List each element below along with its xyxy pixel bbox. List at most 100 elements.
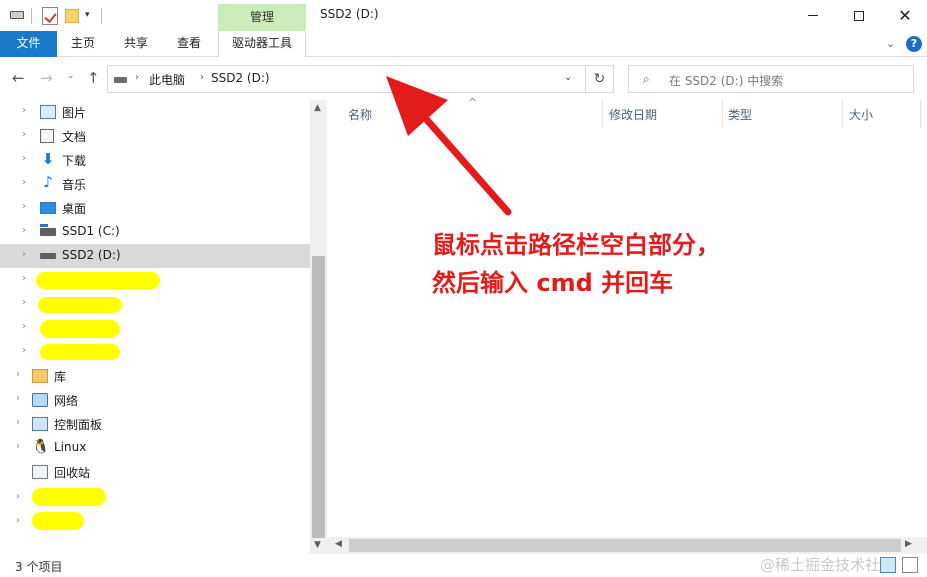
- maximize-button[interactable]: [836, 0, 882, 31]
- expand-chevron-icon[interactable]: ›: [16, 369, 20, 380]
- nav-item-pictures[interactable]: › 图片: [0, 100, 310, 124]
- minimize-button[interactable]: [790, 0, 836, 31]
- scroll-thumb[interactable]: [312, 256, 325, 538]
- expand-chevron-icon[interactable]: ›: [22, 345, 26, 356]
- nav-item-redacted[interactable]: ›: [0, 486, 310, 510]
- expand-chevron-icon[interactable]: ›: [22, 153, 26, 164]
- nav-item-label: 库: [54, 370, 67, 384]
- navigation-pane: › 图片 › 文档 › ⬇ 下载 › ♪ 音乐 › 桌面 › SSD1 (C:)…: [0, 100, 327, 554]
- redaction-mark: [38, 297, 122, 313]
- nav-item-control-panel[interactable]: › 控制面板: [0, 412, 310, 436]
- column-divider[interactable]: [842, 100, 843, 128]
- scroll-up-icon[interactable]: ▲: [314, 103, 321, 113]
- item-count: 3 个项目: [15, 560, 63, 574]
- nav-item-network[interactable]: › 网络: [0, 388, 310, 412]
- tab-file[interactable]: 文件: [0, 31, 57, 57]
- content-horizontal-scrollbar[interactable]: ◀ ▶: [327, 537, 927, 554]
- search-input[interactable]: ⌕ 在 SSD2 (D:) 中搜索: [628, 65, 914, 93]
- scroll-thumb[interactable]: [349, 539, 901, 552]
- nav-item-recycle-bin[interactable]: 回收站: [0, 460, 310, 484]
- column-type[interactable]: 类型: [728, 106, 752, 123]
- address-history-dropdown-icon[interactable]: ⌄: [564, 72, 572, 83]
- nav-item-label: 音乐: [62, 178, 87, 192]
- properties-icon[interactable]: [42, 7, 58, 25]
- minimize-icon: [808, 15, 818, 16]
- forward-button[interactable]: →: [40, 69, 53, 87]
- nav-item-desktop[interactable]: › 桌面: [0, 196, 310, 220]
- details-view-button[interactable]: [880, 557, 896, 573]
- breadcrumb-ssd2[interactable]: SSD2 (D:): [211, 71, 270, 85]
- expand-chevron-icon[interactable]: ›: [22, 129, 26, 140]
- expand-chevron-icon[interactable]: ›: [22, 201, 26, 212]
- breadcrumb-chevron-icon[interactable]: ›: [135, 72, 139, 83]
- expand-chevron-icon[interactable]: ›: [22, 249, 26, 260]
- expand-chevron-icon[interactable]: ›: [22, 297, 26, 308]
- annotation-arrow-icon: [386, 76, 512, 216]
- close-button[interactable]: ✕: [882, 0, 927, 31]
- nav-item-documents[interactable]: › 文档: [0, 124, 310, 148]
- nav-item-redacted[interactable]: ›: [0, 340, 310, 364]
- new-folder-icon[interactable]: [65, 9, 79, 23]
- column-divider[interactable]: [920, 100, 921, 128]
- annotation-line-2: 然后输入 cmd 并回车: [432, 269, 674, 297]
- expand-ribbon-icon[interactable]: ⌄: [886, 37, 895, 50]
- help-icon[interactable]: ?: [906, 36, 922, 52]
- customize-quick-access-icon[interactable]: ▾: [85, 10, 90, 28]
- tab-drive-tools[interactable]: 驱动器工具: [218, 31, 306, 58]
- nav-item-redacted[interactable]: ›: [0, 292, 310, 316]
- breadcrumb-chevron-icon[interactable]: ›: [200, 72, 204, 83]
- nav-item-redacted[interactable]: ›: [0, 316, 310, 340]
- column-divider[interactable]: [602, 100, 603, 128]
- linux-icon: 🐧: [32, 439, 50, 455]
- nav-item-ssd1[interactable]: › SSD1 (C:): [0, 220, 310, 244]
- expand-chevron-icon[interactable]: ›: [16, 441, 20, 452]
- refresh-button[interactable]: ↻: [586, 65, 614, 93]
- tab-share[interactable]: 共享: [115, 31, 157, 57]
- scroll-down-icon[interactable]: ▼: [314, 540, 321, 550]
- nav-item-redacted[interactable]: ›: [0, 268, 310, 292]
- nav-item-music[interactable]: › ♪ 音乐: [0, 172, 310, 196]
- expand-chevron-icon[interactable]: ›: [22, 105, 26, 116]
- column-divider[interactable]: [722, 100, 723, 128]
- control-panel-icon: [32, 417, 48, 431]
- scroll-left-icon[interactable]: ◀: [335, 539, 342, 549]
- breadcrumb-this-pc[interactable]: 此电脑: [149, 71, 185, 88]
- expand-chevron-icon[interactable]: ›: [16, 515, 20, 526]
- column-name[interactable]: 名称: [348, 106, 372, 123]
- nav-item-linux[interactable]: › 🐧 Linux: [0, 436, 310, 460]
- nav-vertical-scrollbar[interactable]: ▲ ▼: [310, 100, 327, 554]
- expand-chevron-icon[interactable]: ›: [16, 393, 20, 404]
- context-tab-manage[interactable]: 管理: [218, 4, 306, 31]
- large-icons-view-button[interactable]: [902, 557, 918, 573]
- scroll-right-icon[interactable]: ▶: [905, 539, 912, 549]
- nav-item-ssd2[interactable]: › SSD2 (D:): [0, 244, 310, 268]
- tab-view[interactable]: 查看: [168, 31, 210, 57]
- network-icon: [32, 393, 48, 407]
- status-bar: 3 个项目 @稀土掘金技术社区: [0, 554, 927, 577]
- expand-chevron-icon[interactable]: ›: [16, 417, 20, 428]
- desktop-icon: [40, 202, 56, 214]
- tab-home[interactable]: 主页: [62, 31, 104, 57]
- expand-chevron-icon[interactable]: ›: [16, 491, 20, 502]
- nav-item-label: 回收站: [54, 466, 91, 480]
- pictures-icon: [40, 105, 56, 119]
- expand-chevron-icon[interactable]: ›: [22, 177, 26, 188]
- column-date-modified[interactable]: 修改日期: [609, 106, 657, 123]
- maximize-icon: [854, 10, 864, 21]
- expand-chevron-icon[interactable]: ›: [22, 273, 26, 284]
- expand-chevron-icon[interactable]: ›: [22, 321, 26, 332]
- recycle-bin-icon: [32, 465, 48, 479]
- nav-item-label: 网络: [54, 394, 79, 408]
- nav-item-label: Linux: [54, 440, 87, 454]
- column-size[interactable]: 大小: [849, 106, 873, 123]
- nav-item-libraries[interactable]: › 库: [0, 364, 310, 388]
- expand-chevron-icon[interactable]: ›: [22, 225, 26, 236]
- back-button[interactable]: ←: [12, 69, 25, 87]
- up-button[interactable]: ↑: [87, 69, 100, 87]
- recent-locations-button[interactable]: ⌄: [67, 71, 75, 81]
- music-icon: ♪: [43, 173, 53, 191]
- nav-item-redacted[interactable]: ›: [0, 510, 310, 534]
- nav-item-downloads[interactable]: › ⬇ 下载: [0, 148, 310, 172]
- drive-icon: [40, 224, 56, 236]
- search-placeholder: 在 SSD2 (D:) 中搜索: [669, 74, 784, 88]
